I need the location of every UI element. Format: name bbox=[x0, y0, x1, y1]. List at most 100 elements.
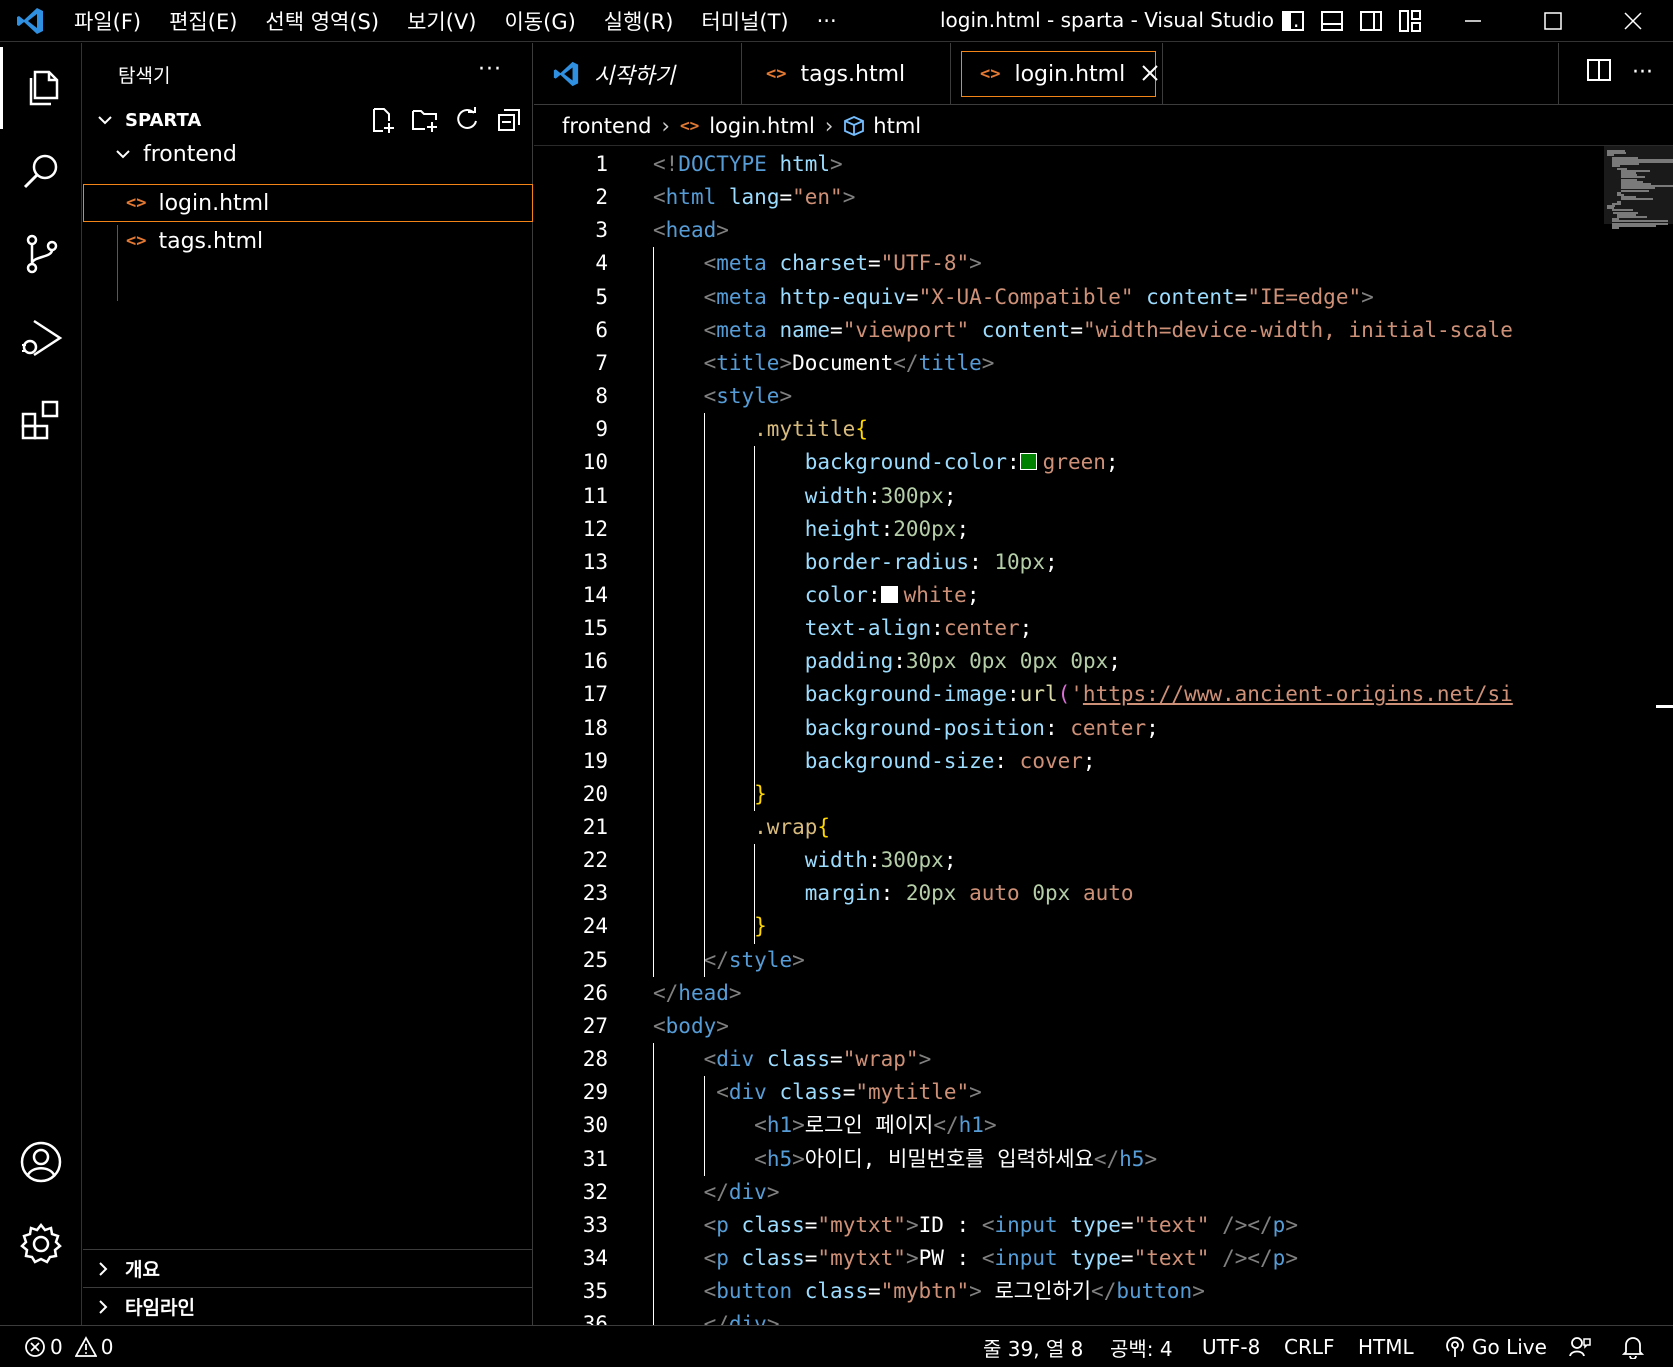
breadcrumb-symbol[interactable]: html bbox=[873, 114, 921, 138]
code-line[interactable]: 31 <h5>아이디, 비밀번호를 입력하세요</h5> bbox=[534, 1143, 1564, 1176]
refresh-icon[interactable] bbox=[453, 106, 481, 134]
files-icon[interactable] bbox=[0, 47, 82, 129]
code-line[interactable]: 7 <title>Document</title> bbox=[534, 347, 1564, 380]
more-actions-icon[interactable]: ··· bbox=[1632, 60, 1653, 85]
menu-edit[interactable]: 편집(E) bbox=[155, 6, 251, 36]
menu-more[interactable]: ··· bbox=[803, 9, 851, 33]
breadcrumb-file[interactable]: login.html bbox=[709, 114, 815, 138]
menu-selection[interactable]: 선택 영역(S) bbox=[251, 6, 393, 36]
code-line[interactable]: 23 margin: 20px auto 0px auto bbox=[534, 877, 1564, 910]
folder-frontend[interactable]: frontend bbox=[83, 135, 533, 173]
scrollbar-marker[interactable] bbox=[1656, 705, 1673, 708]
code-line[interactable]: 35 <button class="mybtn"> 로그인하기</button> bbox=[534, 1275, 1564, 1308]
new-folder-icon[interactable] bbox=[411, 106, 439, 134]
breadcrumb-folder[interactable]: frontend bbox=[562, 114, 652, 138]
code-line[interactable]: 34 <p class="mytxt">PW : <input type="te… bbox=[534, 1242, 1564, 1275]
vscode-logo-icon bbox=[0, 0, 60, 42]
code-line[interactable]: 14 color: white; bbox=[534, 579, 1564, 612]
menu-go[interactable]: 이동(G) bbox=[490, 6, 589, 36]
code-line[interactable]: 36 </div> bbox=[534, 1308, 1564, 1325]
menu-run[interactable]: 실행(R) bbox=[590, 6, 688, 36]
color-swatch[interactable] bbox=[880, 585, 898, 603]
go-live-button[interactable]: Go Live bbox=[1444, 1326, 1547, 1367]
timeline-section[interactable]: 타임라인 bbox=[83, 1287, 533, 1325]
minimap-line bbox=[1616, 216, 1647, 218]
account-icon[interactable] bbox=[0, 1121, 82, 1203]
code-line[interactable]: 12 height:200px; bbox=[534, 513, 1564, 546]
toggle-sidebar-icon[interactable] bbox=[1278, 6, 1307, 35]
code-line[interactable]: 2 <html lang="en"> bbox=[534, 181, 1564, 214]
code-line[interactable]: 13 border-radius: 10px; bbox=[534, 546, 1564, 579]
menu-view[interactable]: 보기(V) bbox=[393, 6, 490, 36]
code-line[interactable]: 29 <div class="mytitle"> bbox=[534, 1076, 1564, 1109]
code-line[interactable]: 30 <h1>로그인 페이지</h1> bbox=[534, 1109, 1564, 1142]
code-line[interactable]: 11 width:300px; bbox=[534, 480, 1564, 513]
maximize-icon[interactable] bbox=[1513, 0, 1593, 42]
code-line[interactable]: 18 background-position: center; bbox=[534, 712, 1564, 745]
run-debug-icon[interactable] bbox=[0, 297, 82, 379]
code-line[interactable]: 21 .wrap{ bbox=[534, 811, 1564, 844]
code-line[interactable]: 32 </div> bbox=[534, 1176, 1564, 1209]
notifications-bell-icon[interactable] bbox=[1622, 1326, 1644, 1367]
code-line[interactable]: 6 <meta name="viewport" content="width=d… bbox=[534, 314, 1564, 347]
color-swatch[interactable] bbox=[1019, 453, 1037, 471]
line-ending[interactable]: CRLF bbox=[1284, 1326, 1335, 1367]
code-line[interactable]: 1 <!DOCTYPE html> bbox=[534, 148, 1564, 181]
code-line[interactable]: 22 width:300px; bbox=[534, 844, 1564, 877]
indent-guide bbox=[653, 1043, 654, 1325]
settings-gear-icon[interactable] bbox=[0, 1203, 82, 1285]
line-content: </style> bbox=[653, 944, 805, 977]
code-token: : bbox=[867, 582, 881, 607]
code-line[interactable]: 19 background-size: cover; bbox=[534, 745, 1564, 778]
file-tags-html[interactable]: <> tags.html bbox=[83, 222, 533, 260]
indentation[interactable]: 공백: 4 bbox=[1110, 1326, 1173, 1367]
tab-login-html[interactable]: <> login.html bbox=[961, 51, 1159, 97]
code-line[interactable]: 26 </head> bbox=[534, 977, 1564, 1010]
code-editor[interactable]: 1 <!DOCTYPE html> 2 <html lang="en"> 3 <head>… bbox=[534, 146, 1564, 1325]
minimize-icon[interactable] bbox=[1433, 0, 1513, 42]
code-line[interactable]: 4 <meta charset="UTF-8"> bbox=[534, 247, 1564, 280]
code-line[interactable]: 27 <body> bbox=[534, 1010, 1564, 1043]
code-line[interactable]: 24 } bbox=[534, 910, 1564, 943]
code-line[interactable]: 9 .mytitle{ bbox=[534, 413, 1564, 446]
feedback-icon[interactable] bbox=[1568, 1326, 1592, 1367]
code-line[interactable]: 33 <p class="mytxt">ID : <input type="te… bbox=[534, 1209, 1564, 1242]
code-line[interactable]: 16 padding:30px 0px 0px 0px; bbox=[534, 645, 1564, 678]
code-line[interactable]: 25 </style> bbox=[534, 944, 1564, 977]
search-icon[interactable] bbox=[0, 131, 82, 213]
menu-terminal[interactable]: 터미널(T) bbox=[687, 6, 802, 36]
line-number: 3 bbox=[595, 218, 608, 243]
code-line[interactable]: 8 <style> bbox=[534, 380, 1564, 413]
extensions-icon[interactable] bbox=[0, 379, 82, 461]
code-line[interactable]: 3 <head> bbox=[534, 214, 1564, 247]
cursor-position[interactable]: 줄 39, 열 8 bbox=[983, 1326, 1083, 1367]
file-login-html[interactable]: <> login.html bbox=[83, 184, 533, 222]
tab-welcome[interactable]: 시작하기 bbox=[534, 43, 742, 105]
close-window-icon[interactable] bbox=[1593, 0, 1673, 42]
problems-indicator[interactable]: 0 0 bbox=[24, 1326, 113, 1367]
collapse-all-icon[interactable] bbox=[495, 106, 523, 134]
code-line[interactable]: 28 <div class="wrap"> bbox=[534, 1043, 1564, 1076]
code-line[interactable]: 20 } bbox=[534, 778, 1564, 811]
code-token: center bbox=[943, 616, 1020, 641]
code-line[interactable]: 5 <meta http-equiv="X-UA-Compatible" con… bbox=[534, 281, 1564, 314]
new-file-icon[interactable] bbox=[369, 106, 397, 134]
menu-file[interactable]: 파일(F) bbox=[60, 6, 155, 36]
explorer-more-icon[interactable]: ··· bbox=[478, 57, 502, 82]
minimap[interactable] bbox=[1569, 146, 1673, 1325]
close-tab-icon[interactable] bbox=[1141, 60, 1159, 88]
toggle-secondary-sidebar-icon[interactable] bbox=[1356, 6, 1385, 35]
split-editor-icon[interactable] bbox=[1586, 57, 1612, 87]
code-line[interactable]: 10 background-color: green; bbox=[534, 446, 1564, 479]
encoding[interactable]: UTF-8 bbox=[1202, 1326, 1260, 1367]
customize-layout-icon[interactable] bbox=[1395, 6, 1424, 35]
outline-section[interactable]: 개요 bbox=[83, 1249, 533, 1287]
tab-tags-html[interactable]: <> tags.html bbox=[742, 43, 951, 105]
line-content: </div> bbox=[653, 1176, 780, 1209]
language-mode[interactable]: HTML bbox=[1358, 1326, 1414, 1367]
code-line[interactable]: 17 background-image:url('https://www.anc… bbox=[534, 678, 1564, 711]
workspace-root[interactable]: SPARTA bbox=[83, 101, 533, 139]
toggle-panel-icon[interactable] bbox=[1317, 6, 1346, 35]
code-line[interactable]: 15 text-align:center; bbox=[534, 612, 1564, 645]
source-control-icon[interactable] bbox=[0, 213, 82, 295]
